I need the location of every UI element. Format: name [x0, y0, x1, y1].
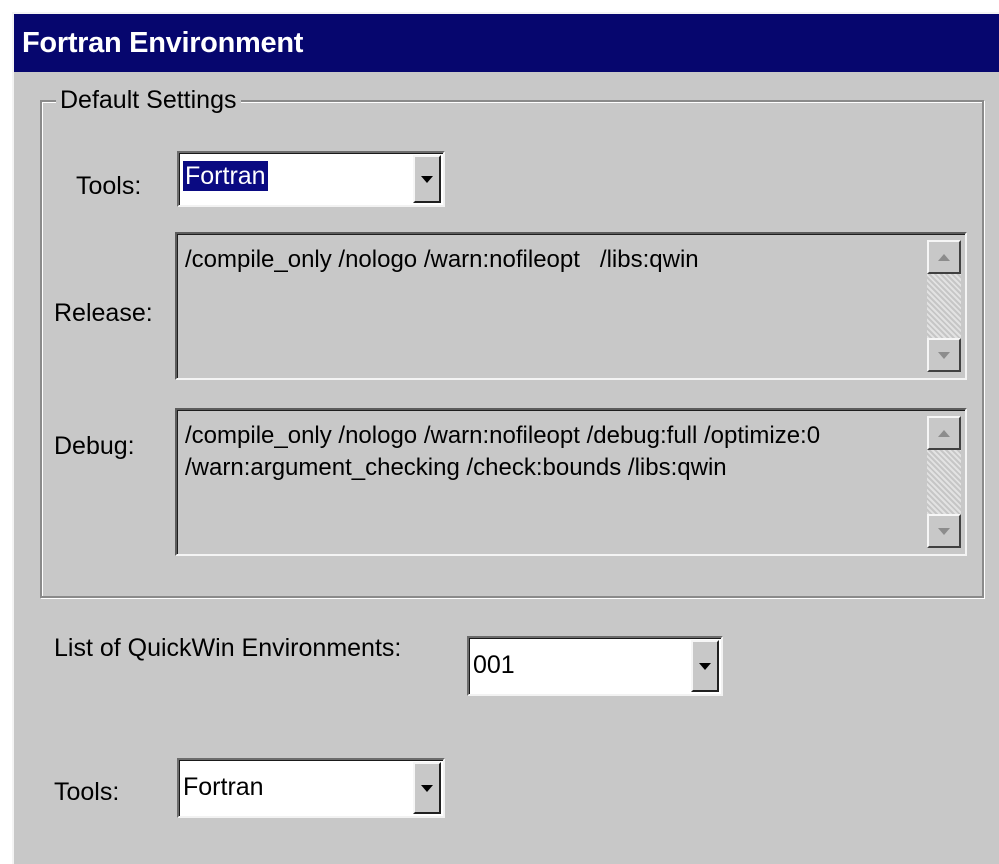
default-tools-dropdown[interactable]: Fortran	[177, 151, 445, 207]
release-scrollbar[interactable]	[927, 240, 961, 372]
default-tools-dropdown-button[interactable]	[413, 155, 441, 203]
release-options-field[interactable]: /compile_only /nologo /warn:nofileopt /l…	[175, 232, 967, 380]
chevron-down-icon	[699, 662, 711, 670]
release-options-text: /compile_only /nologo /warn:nofileopt /l…	[185, 246, 699, 273]
environments-dropdown-button[interactable]	[691, 640, 719, 692]
chevron-down-icon	[421, 784, 433, 792]
chevron-down-icon	[421, 175, 433, 183]
environments-dropdown[interactable]: 001	[467, 636, 723, 696]
scroll-up-icon	[938, 253, 950, 261]
debug-options-field[interactable]: /compile_only /nologo /warn:nofileopt /d…	[175, 408, 967, 556]
debug-scroll-up-button[interactable]	[927, 416, 961, 450]
tools-label: Tools:	[76, 172, 142, 200]
scroll-down-icon	[938, 351, 950, 359]
scroll-up-icon	[938, 429, 950, 437]
fortran-environment-dialog: Fortran Environment Default Settings Too…	[12, 12, 999, 864]
debug-label: Debug:	[54, 432, 135, 460]
environment-tools-value: Fortran	[183, 773, 264, 801]
environment-tools-dropdown-button[interactable]	[413, 762, 441, 814]
scroll-down-icon	[938, 527, 950, 535]
environments-selected-value: 001	[473, 651, 515, 679]
dialog-title: Fortran Environment	[14, 14, 999, 72]
environments-list-label: List of QuickWin Environments:	[54, 634, 402, 662]
debug-scrollbar[interactable]	[927, 416, 961, 548]
release-scroll-down-button[interactable]	[927, 338, 961, 372]
debug-options-text: /compile_only /nologo /warn:nofileopt /d…	[185, 422, 821, 481]
environment-tools-dropdown[interactable]: Fortran	[177, 758, 445, 818]
environment-tools-label: Tools:	[54, 778, 120, 806]
release-label: Release:	[54, 299, 153, 327]
debug-scroll-down-button[interactable]	[927, 514, 961, 548]
default-tools-value: Fortran	[183, 161, 268, 191]
release-scroll-up-button[interactable]	[927, 240, 961, 274]
default-settings-title: Default Settings	[56, 86, 241, 115]
